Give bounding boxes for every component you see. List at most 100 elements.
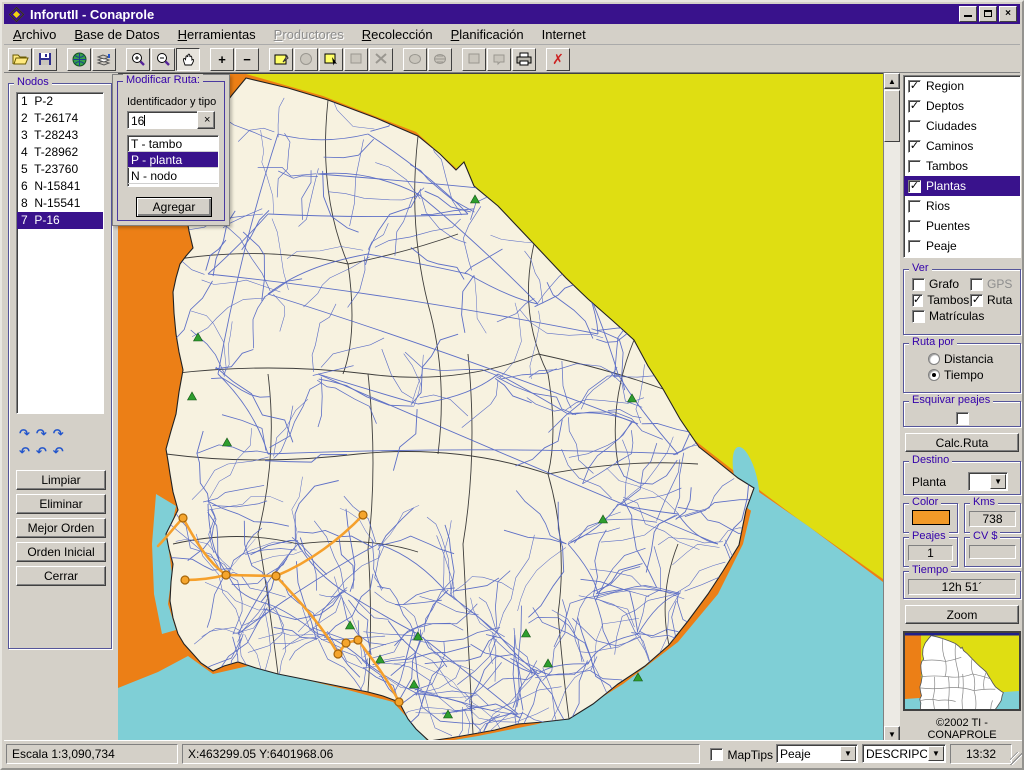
select-pointer-button[interactable] — [319, 47, 343, 71]
menu-base-de-datos[interactable]: Base de Datos — [65, 25, 168, 44]
select-rect-button[interactable] — [269, 47, 293, 71]
chevron-down-icon[interactable]: ▼ — [990, 474, 1007, 489]
layer-plantas-selected[interactable]: ✓ Plantas — [904, 176, 1020, 196]
layer-rios[interactable]: Rios — [904, 196, 1020, 216]
node-item-selected[interactable]: 7 P-16 — [17, 212, 103, 229]
maximize-button[interactable] — [979, 6, 997, 22]
node-item[interactable]: 8 N-15541 — [17, 195, 103, 212]
destino-combo[interactable]: ▼ — [968, 472, 1009, 491]
maptips-layer-combo[interactable]: Peaje ▼ — [776, 744, 858, 763]
layer-ciudades[interactable]: Ciudades — [904, 116, 1020, 136]
layer-caminos[interactable]: ✓ Caminos — [904, 136, 1020, 156]
zoom-in-button[interactable] — [126, 47, 150, 71]
maptips-field-combo[interactable]: DESCRIPCIO▼ — [862, 744, 946, 763]
node-item[interactable]: 2 T-26174 — [17, 110, 103, 127]
map-canvas[interactable] — [118, 73, 883, 742]
calc-ruta-button[interactable]: Calc.Ruta — [905, 433, 1019, 452]
checkbox[interactable]: ✓ — [908, 139, 921, 153]
ver-tambos[interactable]: ✓ Tambos — [904, 292, 969, 308]
title-bar[interactable]: InforutII - Conaprole × — [4, 4, 1020, 24]
modificar-ruta-panel[interactable]: Modificar Ruta: Identificador y tipo 16 … — [112, 74, 230, 226]
pan-hand-button[interactable] — [176, 47, 200, 71]
exit-tool-button[interactable]: ✗ — [546, 47, 570, 71]
type-item-nodo[interactable]: N - nodo — [128, 168, 218, 184]
checkbox[interactable] — [912, 277, 925, 291]
remove-node-button[interactable]: − — [235, 47, 259, 71]
layer-list[interactable]: ✓ Region ✓ Deptos Ciudades ✓ Caminos Tambos… — [903, 75, 1021, 258]
menu-recoleccion[interactable]: Recolección — [353, 25, 442, 44]
zoom-out-button[interactable] — [151, 47, 175, 71]
ruta-por-distancia[interactable]: Distancia — [904, 351, 1020, 367]
zoom-button[interactable]: Zoom — [905, 605, 1019, 624]
layer-tambos[interactable]: Tambos — [904, 156, 1020, 176]
move-up-all-icon[interactable]: ↶↶ — [36, 444, 70, 459]
agregar-button[interactable]: Agregar — [136, 197, 212, 217]
minimize-button[interactable] — [959, 6, 977, 22]
checkbox[interactable] — [912, 309, 925, 323]
map-vscrollbar[interactable]: ▲ ▼ — [883, 73, 900, 742]
print-button[interactable] — [512, 47, 536, 71]
menu-internet[interactable]: Internet — [533, 25, 595, 44]
route-color-swatch[interactable] — [911, 510, 950, 525]
move-down-all-icon[interactable]: ↷↷ — [36, 426, 70, 441]
chevron-down-icon[interactable]: ▼ — [928, 746, 944, 761]
move-down-icon[interactable]: ↷ — [19, 426, 36, 441]
checkbox[interactable]: ✓ — [912, 293, 924, 307]
eliminar-button[interactable]: Eliminar — [16, 494, 106, 514]
cerrar-button[interactable]: Cerrar — [16, 566, 106, 586]
node-item[interactable]: 3 T-28243 — [17, 127, 103, 144]
ver-matriculas[interactable]: Matrículas — [904, 308, 1020, 324]
clear-id-button[interactable]: × — [197, 111, 215, 129]
chevron-down-icon[interactable]: ▼ — [840, 746, 856, 761]
node-item[interactable]: 1 P-2 — [17, 93, 103, 110]
save-button[interactable] — [33, 47, 57, 71]
checkbox[interactable]: ✓ — [970, 293, 983, 307]
scroll-up-button[interactable]: ▲ — [884, 73, 900, 89]
maptips-label: MapTips — [727, 747, 774, 762]
limpiar-button[interactable]: Limpiar — [16, 470, 106, 490]
orden-inicial-button[interactable]: Orden Inicial — [16, 542, 106, 562]
radio-selected[interactable] — [928, 369, 940, 381]
checkbox[interactable]: ✓ — [908, 79, 921, 93]
map-svg[interactable] — [118, 74, 883, 742]
overview-minimap[interactable] — [903, 631, 1021, 729]
type-item-planta-selected[interactable]: P - planta — [128, 152, 218, 168]
add-node-button[interactable]: + — [210, 47, 234, 71]
maptips-checkbox[interactable] — [710, 748, 723, 762]
maptips-toggle[interactable]: MapTips — [710, 746, 773, 764]
layer-peaje[interactable]: Peaje — [904, 236, 1020, 256]
menu-herramientas[interactable]: Herramientas — [169, 25, 265, 44]
nodos-list[interactable]: 1 P-2 2 T-26174 3 T-28243 4 T-28962 5 T-… — [16, 92, 104, 414]
menu-archivo[interactable]: Archivo — [4, 25, 65, 44]
resize-grip[interactable] — [1010, 752, 1022, 765]
ver-grafo[interactable]: Grafo — [904, 276, 962, 292]
node-item[interactable]: 4 T-28962 — [17, 144, 103, 161]
checkbox[interactable] — [908, 119, 921, 133]
checkbox[interactable]: ✓ — [908, 179, 921, 193]
checkbox[interactable]: ✓ — [908, 99, 921, 113]
move-up-icon[interactable]: ↶ — [19, 444, 36, 459]
scroll-thumb[interactable] — [884, 90, 900, 142]
identificador-input[interactable]: 16 — [127, 111, 201, 129]
mejor-orden-button[interactable]: Mejor Orden — [16, 518, 106, 538]
checkbox[interactable] — [908, 199, 921, 213]
layer-puentes[interactable]: Puentes — [904, 216, 1020, 236]
esquivar-checkbox[interactable] — [955, 412, 969, 426]
type-item-tambo[interactable]: T - tambo — [128, 136, 218, 152]
menu-planificacion[interactable]: Planificación — [442, 25, 533, 44]
layer-deptos[interactable]: ✓ Deptos — [904, 96, 1020, 116]
type-list[interactable]: T - tambo P - planta N - nodo — [127, 135, 219, 187]
checkbox[interactable] — [908, 239, 921, 253]
checkbox[interactable] — [908, 219, 921, 233]
layer-region[interactable]: ✓ Region — [904, 76, 1020, 96]
open-file-button[interactable] — [8, 47, 32, 71]
globe-button[interactable] — [67, 47, 91, 71]
ver-ruta[interactable]: ✓ Ruta — [962, 292, 1012, 308]
ruta-por-tiempo[interactable]: Tiempo — [904, 367, 1020, 383]
radio[interactable] — [928, 353, 940, 365]
node-item[interactable]: 6 N-15841 — [17, 178, 103, 195]
layers-button[interactable] — [92, 47, 116, 71]
checkbox[interactable] — [908, 159, 921, 173]
close-button[interactable]: × — [999, 6, 1017, 22]
node-item[interactable]: 5 T-23760 — [17, 161, 103, 178]
